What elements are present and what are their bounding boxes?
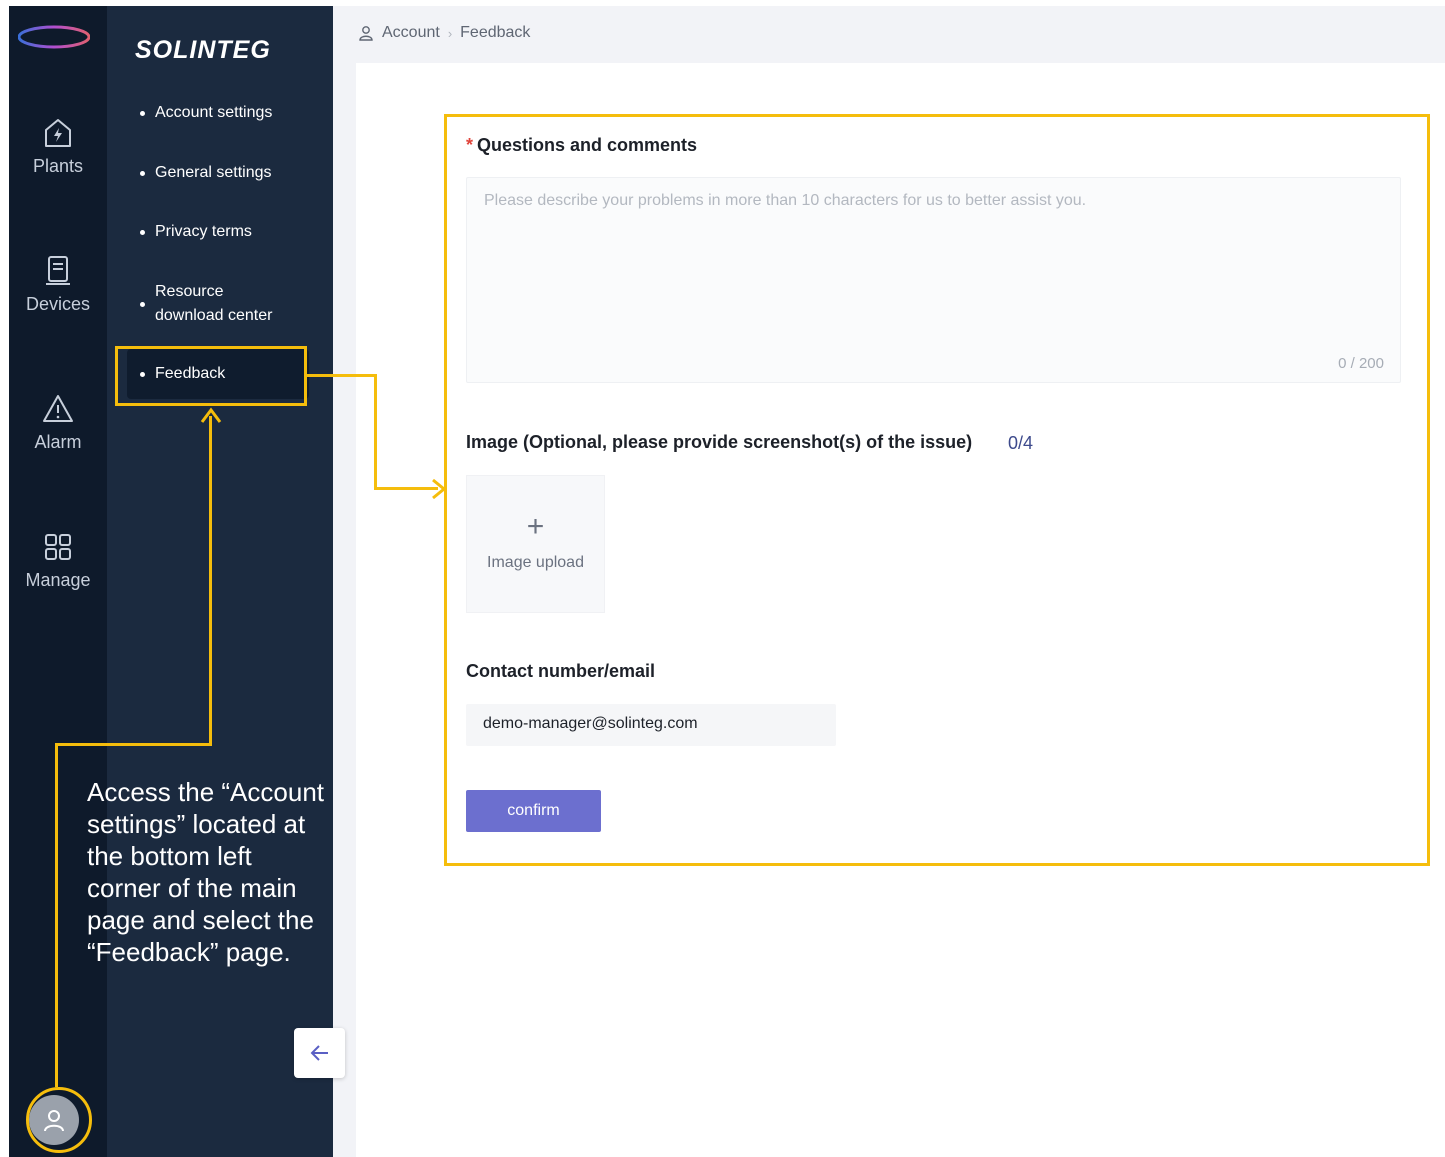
user-icon	[44, 1110, 64, 1132]
questions-textarea[interactable]: Please describe your problems in more th…	[466, 177, 1401, 383]
brand-logo: SOLINTEG	[135, 36, 271, 64]
submenu-item-label: General settings	[155, 164, 272, 181]
rail-item-label: Manage	[25, 570, 91, 590]
submenu-item-feedback[interactable]: Feedback	[127, 349, 309, 399]
image-label: Image (Optional, please provide screensh…	[466, 432, 973, 452]
breadcrumb: Account › Feedback	[358, 24, 530, 42]
contact-input[interactable]: demo-manager@solinteg.com	[466, 704, 836, 746]
device-icon	[46, 256, 70, 285]
submenu-item-resource-download[interactable]: Resource download center	[127, 280, 277, 328]
image-upload-label: Image upload	[487, 554, 584, 571]
bullet-icon	[140, 171, 145, 176]
bullet-icon	[140, 230, 145, 235]
rail-item-label: Devices	[25, 294, 91, 314]
bullet-icon	[140, 302, 145, 307]
rail-item-devices[interactable]: Devices	[9, 254, 107, 315]
rail-item-label: Plants	[32, 156, 84, 176]
submenu-item-general-settings[interactable]: General settings	[127, 161, 309, 185]
rail-item-plants[interactable]: Plants	[9, 116, 107, 177]
arrow-left-icon	[310, 1045, 328, 1061]
collapse-sidebar-button[interactable]	[294, 1028, 345, 1078]
confirm-button[interactable]: confirm	[466, 790, 601, 832]
questions-placeholder: Please describe your problems in more th…	[484, 192, 1087, 209]
connector-line	[55, 743, 212, 746]
manage-grid-icon	[45, 534, 71, 560]
image-count: 0/4	[1008, 433, 1034, 453]
user-outline-icon	[359, 26, 373, 41]
logo-icon	[18, 25, 90, 49]
submenu-item-label: Account settings	[155, 104, 273, 121]
submenu-item-privacy-terms[interactable]: Privacy terms	[127, 220, 309, 244]
submenu-item-label: Privacy terms	[155, 223, 252, 240]
required-mark: *	[466, 135, 474, 155]
chevron-right-icon: ›	[447, 25, 453, 41]
rail-item-label: Alarm	[34, 432, 82, 452]
questions-label-text: Questions and comments	[477, 135, 698, 155]
submenu-item-label: Feedback	[155, 365, 226, 382]
breadcrumb-current: Feedback	[460, 24, 531, 41]
instruction-text: Access the “Account settings” located at…	[87, 777, 324, 967]
account-submenu: SOLINTEG Account settings General settin…	[107, 6, 333, 1157]
plant-bolt-icon	[45, 119, 71, 147]
connector-line	[307, 374, 377, 377]
bullet-icon	[140, 372, 145, 377]
breadcrumb-root[interactable]: Account	[382, 24, 440, 42]
alarm-triangle-icon	[43, 395, 73, 422]
connector-line	[374, 374, 377, 490]
account-avatar[interactable]	[29, 1095, 79, 1145]
plus-icon: +	[526, 510, 545, 543]
icon-rail: Plants Devices Alarm Manage	[9, 6, 107, 1157]
bullet-icon	[140, 111, 145, 116]
arrow-right-icon	[432, 478, 447, 500]
rail-item-alarm[interactable]: Alarm	[9, 392, 107, 453]
image-upload-button[interactable]: + Image upload	[466, 475, 605, 613]
arrow-up-icon	[200, 407, 222, 423]
connector-line	[209, 416, 212, 746]
character-counter: 0 / 200	[1338, 355, 1384, 372]
connector-line	[55, 743, 58, 1087]
rail-item-manage[interactable]: Manage	[9, 530, 107, 591]
submenu-item-account-settings[interactable]: Account settings	[127, 101, 309, 125]
questions-label: * Questions and comments	[466, 135, 697, 156]
app-window: Plants Devices Alarm Manage SOLINTEG Acc…	[9, 6, 1445, 1157]
contact-label: Contact number/email	[466, 661, 656, 681]
submenu-item-label: Resource download center	[155, 283, 273, 324]
